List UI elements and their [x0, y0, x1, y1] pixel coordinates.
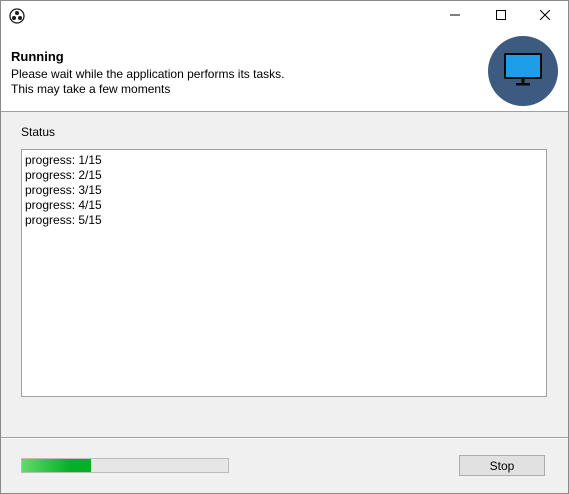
page-title: Running — [11, 49, 64, 64]
monitor-icon — [503, 52, 543, 91]
header-panel: Running Please wait while the applicatio… — [1, 31, 568, 112]
app-icon — [9, 8, 25, 24]
footer-separator — [1, 437, 568, 439]
header-description-1: Please wait while the application perfor… — [11, 67, 285, 81]
status-log[interactable]: progress: 1/15 progress: 2/15 progress: … — [21, 149, 547, 397]
log-line: progress: 2/15 — [25, 168, 102, 182]
log-line: progress: 4/15 — [25, 198, 102, 212]
minimize-button[interactable] — [432, 1, 478, 31]
progress-fill — [22, 459, 91, 472]
header-description-2: This may take a few moments — [11, 82, 171, 96]
header-graphic — [488, 36, 558, 106]
maximize-icon — [496, 9, 506, 23]
installer-window: Running Please wait while the applicatio… — [0, 0, 569, 494]
close-button[interactable] — [522, 1, 568, 31]
title-bar[interactable] — [1, 1, 568, 31]
maximize-button[interactable] — [478, 1, 524, 31]
close-icon — [539, 9, 551, 23]
stop-button[interactable]: Stop — [459, 455, 545, 476]
progress-bar — [21, 458, 229, 473]
log-line: progress: 1/15 — [25, 153, 102, 167]
log-line: progress: 3/15 — [25, 183, 102, 197]
status-label: Status — [21, 125, 56, 139]
log-line: progress: 5/15 — [25, 213, 102, 227]
minimize-icon — [450, 9, 460, 23]
